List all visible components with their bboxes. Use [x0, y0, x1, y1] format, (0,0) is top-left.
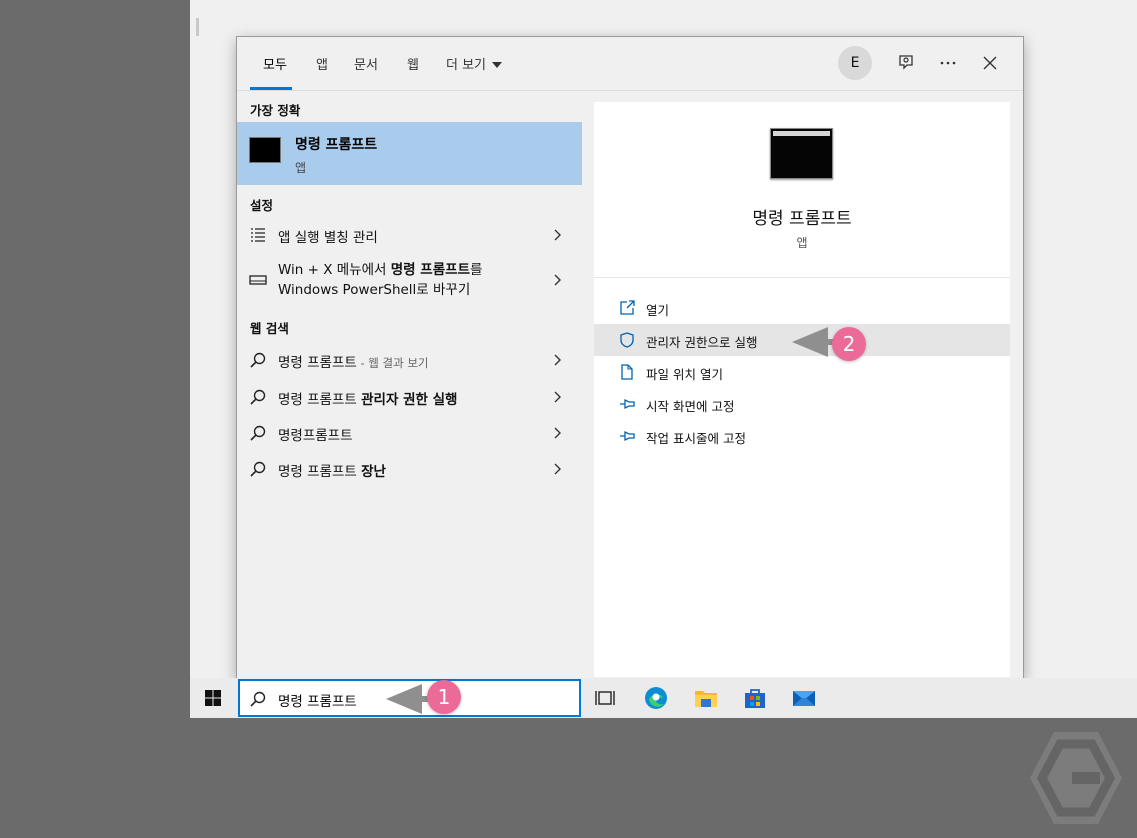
action-label: 시작 화면에 고정	[646, 399, 735, 414]
text-caret	[196, 18, 199, 36]
tab-documents[interactable]: 문서	[354, 54, 378, 73]
web-result-text: 명령 프롬프트	[278, 464, 362, 480]
tab-all[interactable]: 모두	[263, 54, 287, 73]
web-result-label: 명령 프롬프트 관리자 권한 실행	[278, 388, 457, 408]
tab-more-label: 더 보기	[446, 58, 487, 73]
watermark-logo	[1030, 732, 1122, 824]
web-result-label: 명령 프롬프트 장난	[278, 460, 386, 480]
web-result-item[interactable]: 명령 프롬프트 장난	[237, 452, 582, 486]
edge-icon[interactable]	[643, 685, 669, 711]
search-panel: 모두 앱 문서 웹 더 보기 E 가장 정확 명령 프롬프트 앱 설정 앱 실행…	[237, 37, 1023, 680]
web-result-hint: - 웹 결과 보기	[356, 356, 429, 370]
winx-label-bold: 명령 프롬프트	[390, 262, 470, 278]
search-icon	[250, 461, 266, 477]
command-prompt-icon	[249, 137, 281, 163]
active-tab-indicator	[250, 87, 292, 90]
settings-item-winx-menu[interactable]: Win + X 메뉴에서 명령 프롬프트를 Windows PowerShell로…	[237, 255, 582, 305]
web-result-text: 명령 프롬프트	[278, 355, 357, 371]
annotation-badge-1: 1	[427, 680, 461, 714]
web-result-item[interactable]: 명령 프롬프트 관리자 권한 실행	[237, 380, 582, 414]
preview-divider	[594, 277, 1010, 278]
web-result-item[interactable]: 명령 프롬프트 - 웹 결과 보기	[237, 343, 582, 377]
search-icon	[250, 425, 266, 441]
pin-icon	[620, 430, 635, 442]
winx-label-line2: Windows PowerShell로 바꾸기	[278, 282, 471, 298]
best-match-subtitle: 앱	[295, 161, 307, 175]
taskbar: 명령 프롬프트	[190, 678, 1137, 718]
web-result-label: 명령프롬프트	[278, 428, 353, 444]
winx-label-pre: Win + X 메뉴에서	[278, 262, 391, 278]
action-label: 작업 표시줄에 고정	[646, 431, 746, 446]
search-icon	[250, 352, 266, 368]
search-icon	[250, 691, 266, 707]
task-view-icon[interactable]	[592, 685, 618, 711]
feedback-icon[interactable]	[894, 51, 918, 75]
best-match-title: 명령 프롬프트	[295, 137, 378, 153]
preview-subtitle: 앱	[796, 236, 808, 250]
shield-icon	[620, 332, 634, 348]
preview-pane: 명령 프롬프트 앱 열기 관리자 권한으로 실행 파일 위치 열기 시작 화면에…	[594, 102, 1010, 677]
web-result-bold: 관리자 권한 실행	[361, 392, 458, 408]
search-icon	[250, 389, 266, 405]
more-options-icon[interactable]	[936, 51, 960, 75]
web-result-bold: 장난	[361, 464, 386, 480]
taskbar-settings-icon	[249, 275, 267, 285]
action-label: 파일 위치 열기	[646, 367, 723, 382]
file-location-icon	[621, 364, 633, 380]
action-open[interactable]: 열기	[594, 292, 1010, 324]
action-pin-to-start[interactable]: 시작 화면에 고정	[594, 388, 1010, 420]
search-tabs: 모두 앱 문서 웹 더 보기 E	[237, 37, 1023, 91]
pin-icon	[620, 398, 635, 410]
section-web-search: 웹 검색	[250, 321, 289, 336]
section-settings: 설정	[250, 198, 274, 213]
annotation-badge-2: 2	[832, 327, 866, 361]
close-icon[interactable]	[978, 51, 1002, 75]
store-icon[interactable]	[742, 685, 768, 711]
settings-item-label: Win + X 메뉴에서 명령 프롬프트를 Windows PowerShell로…	[278, 260, 538, 300]
annotation-arrow-1	[386, 684, 432, 714]
account-avatar[interactable]: E	[838, 46, 872, 80]
chevron-right-icon	[554, 463, 561, 475]
chevron-right-icon	[554, 274, 561, 286]
mail-icon[interactable]	[791, 685, 817, 711]
file-explorer-icon[interactable]	[693, 685, 719, 711]
web-result-label: 명령 프롬프트 - 웹 결과 보기	[278, 351, 428, 371]
open-icon	[620, 300, 635, 315]
best-match-item[interactable]: 명령 프롬프트 앱	[237, 122, 582, 185]
action-label: 관리자 권한으로 실행	[646, 335, 758, 350]
command-prompt-large-icon	[770, 128, 833, 179]
web-result-item[interactable]: 명령프롬프트	[237, 416, 582, 450]
list-icon	[251, 228, 265, 242]
chevron-right-icon	[554, 229, 561, 241]
action-pin-to-taskbar[interactable]: 작업 표시줄에 고정	[594, 420, 1010, 452]
preview-title: 명령 프롬프트	[752, 209, 852, 229]
search-input[interactable]: 명령 프롬프트	[278, 690, 357, 710]
results-list: 가장 정확 명령 프롬프트 앱 설정 앱 실행 별칭 관리 Win + X 메뉴…	[237, 92, 582, 680]
chevron-down-icon	[492, 62, 503, 68]
chevron-right-icon	[554, 354, 561, 366]
tab-apps[interactable]: 앱	[316, 54, 328, 73]
windows-start-icon[interactable]	[204, 689, 222, 707]
web-result-text: 명령 프롬프트	[278, 392, 362, 408]
annotation-arrow-2	[792, 327, 838, 357]
chevron-right-icon	[554, 391, 561, 403]
tab-web[interactable]: 웹	[407, 54, 419, 73]
winx-label-post: 를	[470, 262, 483, 278]
action-label: 열기	[646, 303, 670, 318]
tab-more[interactable]: 더 보기	[446, 54, 503, 73]
section-best-match: 가장 정확	[250, 103, 301, 118]
chevron-right-icon	[554, 427, 561, 439]
settings-item-label: 앱 실행 별칭 관리	[278, 230, 378, 246]
settings-item-app-alias[interactable]: 앱 실행 별칭 관리	[237, 218, 582, 252]
action-open-file-location[interactable]: 파일 위치 열기	[594, 356, 1010, 388]
